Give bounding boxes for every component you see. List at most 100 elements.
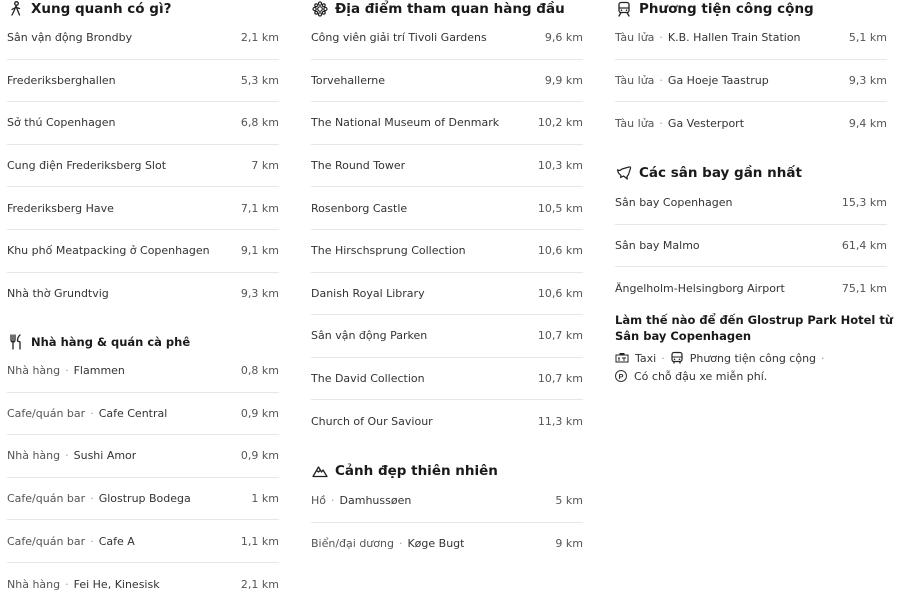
taxi-label[interactable]: Taxi	[635, 352, 656, 365]
list-item[interactable]: Sân bay Copenhagen 15,3 km	[615, 182, 887, 225]
train-icon	[615, 0, 633, 17]
place-name: Danish Royal Library	[311, 286, 425, 300]
attraction-icon	[311, 0, 329, 17]
place-distance: 61,4 km	[841, 238, 887, 252]
place-distance: 9,3 km	[240, 287, 279, 301]
parking-info: P Có chỗ đậu xe miễn phí.	[615, 367, 895, 385]
list-item[interactable]: The David Collection 10,7 km	[311, 358, 583, 401]
mountain-icon	[311, 462, 329, 479]
place-distance: 2,1 km	[240, 577, 279, 591]
list-item[interactable]: Frederiksberg Have 7,1 km	[7, 187, 279, 230]
list-item[interactable]: Nhà hàng · Fei He, Kinesisk 2,1 km	[7, 563, 279, 606]
place-name: Torvehallerne	[311, 73, 386, 87]
place-name: The National Museum of Denmark	[311, 116, 500, 130]
place-name: The David Collection	[311, 372, 425, 386]
section-restaurants-title: Nhà hàng & quán cà phê	[7, 333, 190, 350]
list-item[interactable]: Cafe/quán bar · Cafe A 1,1 km	[7, 520, 279, 563]
place-name: Công viên giải trí Tivoli Gardens	[311, 31, 487, 45]
place-distance: 10,5 km	[537, 201, 583, 215]
list-item[interactable]: Cafe/quán bar · Glostrup Bodega 1 km	[7, 478, 279, 521]
list-item[interactable]: Cafe/quán bar · Cafe Central 0,9 km	[7, 393, 279, 436]
parking-icon: P	[615, 370, 627, 382]
list-item[interactable]: Nhà thờ Grundtvig 9,3 km	[7, 273, 279, 316]
place-distance: 7,1 km	[240, 201, 279, 215]
place-distance: 9,1 km	[240, 244, 279, 258]
list-item[interactable]: Hồ · Damhussøen 5 km	[311, 480, 583, 523]
place-distance: 9,9 km	[544, 73, 583, 87]
restaurants-list: Nhà hàng · Flammen 0,8 km Cafe/quán bar · Caf…	[7, 350, 279, 606]
place-distance: 0,9 km	[240, 406, 279, 420]
place-distance: 5 km	[555, 494, 583, 508]
airports-list: Sân bay Copenhagen 15,3 km Sân bay Malmo 6…	[615, 182, 887, 310]
list-item[interactable]: Sở thú Copenhagen 6,8 km	[7, 102, 279, 145]
place-name: Rosenborg Castle	[311, 201, 408, 215]
list-item[interactable]: Ängelholm-Helsingborg Airport 75,1 km	[615, 267, 887, 310]
list-item[interactable]: Khu phố Meatpacking ở Copenhagen 9,1 km	[7, 230, 279, 273]
place-name: The Hirschsprung Collection	[311, 244, 466, 258]
fork-knife-icon	[7, 333, 25, 350]
list-item[interactable]: Tàu lửa · Ga Vesterport 9,4 km	[615, 102, 887, 145]
place-name: Khu phố Meatpacking ở Copenhagen	[7, 244, 210, 258]
parking-label: Có chỗ đậu xe miễn phí.	[634, 369, 768, 383]
place-category: Biển/đại dương	[311, 537, 394, 551]
section-airports-label: Các sân bay gần nhất	[639, 164, 802, 181]
directions-title: Làm thế nào để đến Glostrup Park Hotel t…	[615, 313, 894, 343]
place-distance: 5,1 km	[848, 31, 887, 45]
section-transit-label: Phương tiện công cộng	[639, 0, 814, 17]
place-distance: 0,9 km	[240, 449, 279, 463]
list-item[interactable]: Rosenborg Castle 10,5 km	[311, 187, 583, 230]
bus-icon	[670, 351, 684, 365]
list-item[interactable]: Tàu lửa · Ga Hoeje Taastrup 9,3 km	[615, 60, 887, 103]
place-name: Ga Hoeje Taastrup	[667, 73, 769, 87]
list-item[interactable]: Church of Our Saviour 11,3 km	[311, 400, 583, 443]
place-distance: 9,6 km	[544, 31, 583, 45]
place-category: Hồ	[311, 494, 327, 508]
list-item[interactable]: Sân vận động Brondby 2,1 km	[7, 17, 279, 60]
list-item[interactable]: The Hirschsprung Collection 10,6 km	[311, 230, 583, 273]
list-item[interactable]: Sân bay Malmo 61,4 km	[615, 225, 887, 268]
list-item[interactable]: Danish Royal Library 10,6 km	[311, 273, 583, 316]
list-item[interactable]: The National Museum of Denmark 10,2 km	[311, 102, 583, 145]
place-name: Sân bay Malmo	[615, 238, 700, 252]
transport-options: Taxi · Phương tiện công cộng ·	[615, 349, 895, 367]
place-distance: 1,1 km	[240, 534, 279, 548]
list-item[interactable]: Nhà hàng · Flammen 0,8 km	[7, 350, 279, 393]
place-name: Nhà thờ Grundtvig	[7, 287, 109, 301]
list-item[interactable]: Sân vận động Parken 10,7 km	[311, 315, 583, 358]
list-item[interactable]: Cung điện Frederiksberg Slot 7 km	[7, 145, 279, 188]
place-name: Frederiksberghallen	[7, 73, 116, 87]
taxi-icon	[615, 352, 629, 364]
public-transport-label[interactable]: Phương tiện công cộng	[690, 352, 816, 365]
list-item[interactable]: Biển/đại dương · Køge Bugt 9 km	[311, 523, 583, 566]
place-distance: 10,6 km	[537, 286, 583, 300]
list-item[interactable]: Công viên giải trí Tivoli Gardens 9,6 km	[311, 17, 583, 60]
place-distance: 7 km	[251, 159, 279, 173]
place-name: Sân vận động Brondby	[7, 31, 133, 45]
place-distance: 0,8 km	[240, 364, 279, 378]
list-item[interactable]: Tàu lửa · K.B. Hallen Train Station 5,1 km	[615, 17, 887, 60]
place-name: Køge Bugt	[407, 537, 465, 551]
section-restaurants-label: Nhà hàng & quán cà phê	[31, 334, 191, 349]
place-category: Nhà hàng	[7, 364, 61, 378]
section-nature-label: Cảnh đẹp thiên nhiên	[335, 462, 498, 479]
place-name: Church of Our Saviour	[311, 415, 433, 429]
list-item[interactable]: Nhà hàng · Sushi Amor 0,9 km	[7, 435, 279, 478]
nearby-list: Sân vận động Brondby 2,1 km Frederiksberg…	[7, 17, 279, 315]
place-distance: 10,6 km	[537, 244, 583, 258]
place-distance: 15,3 km	[841, 196, 887, 210]
place-distance: 10,2 km	[537, 116, 583, 130]
place-distance: 6,8 km	[240, 116, 279, 130]
place-name: Ga Vesterport	[667, 116, 745, 130]
airplane-icon	[615, 164, 633, 181]
place-name: Sushi Amor	[73, 449, 137, 463]
place-distance: 9,3 km	[848, 73, 887, 87]
list-item[interactable]: Frederiksberghallen 5,3 km	[7, 60, 279, 103]
section-attractions-label: Địa điểm tham quan hàng đầu	[335, 0, 565, 17]
place-distance: 10,7 km	[537, 372, 583, 386]
place-category: Cafe/quán bar	[7, 406, 86, 420]
place-distance: 10,3 km	[537, 159, 583, 173]
list-item[interactable]: The Round Tower 10,3 km	[311, 145, 583, 188]
section-nearby-label: Xung quanh có gì?	[31, 0, 172, 17]
place-distance: 11,3 km	[537, 415, 583, 429]
list-item[interactable]: Torvehallerne 9,9 km	[311, 60, 583, 103]
